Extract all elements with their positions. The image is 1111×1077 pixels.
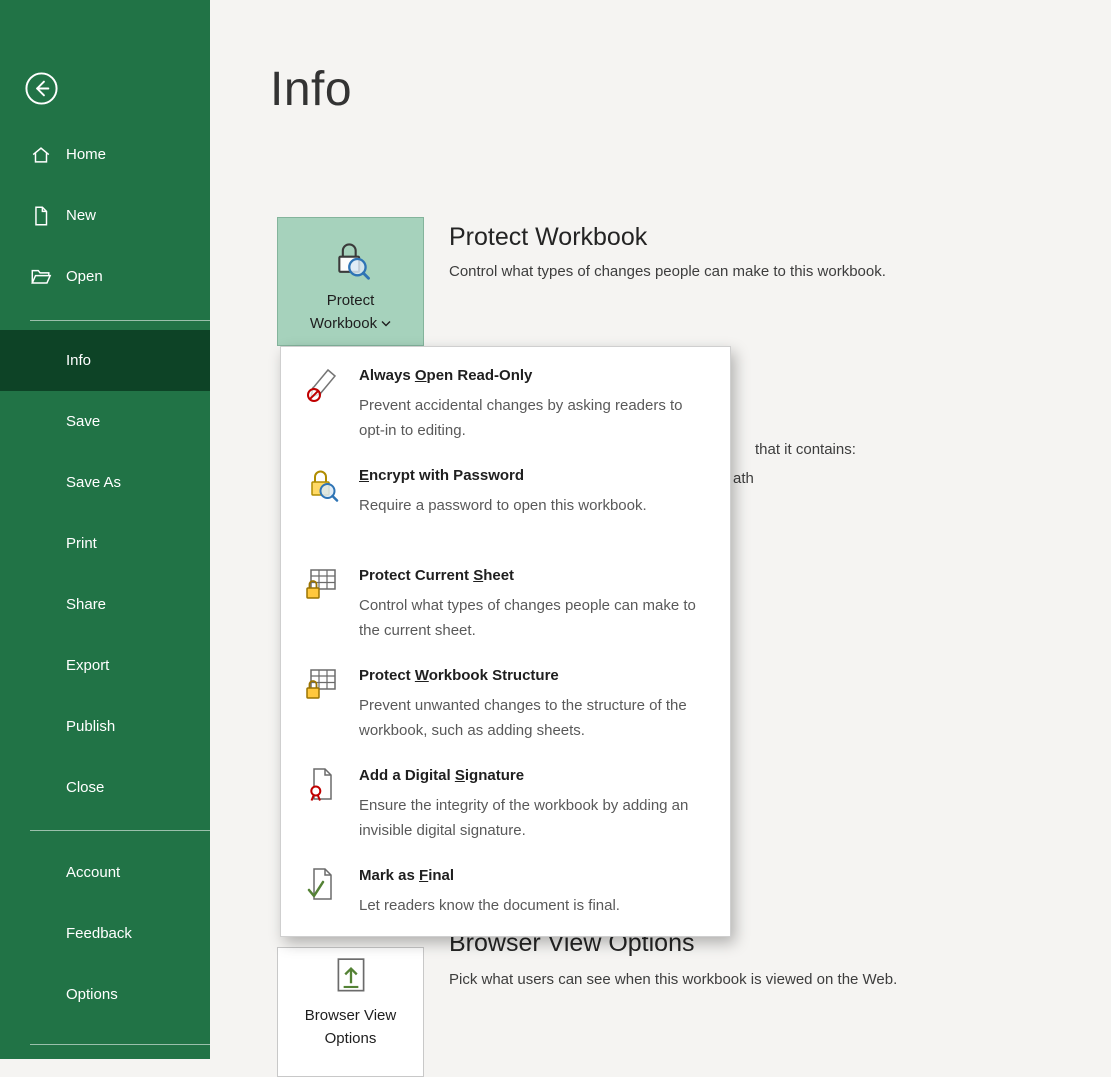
page-title: Info (270, 62, 352, 117)
menu-item-description: Let readers know the document is final. (359, 893, 699, 918)
menu-item-title: Encrypt with Password (359, 464, 714, 488)
backstage-sidebar: Home New Open (0, 0, 210, 1059)
menu-item-description: Require a password to open this workbook… (359, 493, 699, 518)
sidebar-item-label: Publish (66, 718, 115, 735)
sidebar-item-feedback[interactable]: Feedback (0, 903, 210, 964)
browser-view-options-description: Pick what users can see when this workbo… (449, 971, 897, 988)
menu-item-always-open-read-only[interactable]: Always Open Read-Only Prevent accidental… (281, 353, 730, 453)
sidebar-item-publish[interactable]: Publish (0, 696, 210, 757)
menu-item-title: Mark as Final (359, 864, 714, 888)
excel-backstage-info: Home New Open (0, 0, 1111, 1059)
protect-workbook-menu: Always Open Read-Only Prevent accidental… (280, 346, 731, 937)
sidebar-item-label: Export (66, 657, 109, 674)
browser-view-icon (330, 956, 372, 998)
lock-magnifier-icon (330, 238, 372, 280)
protect-workbook-description: Control what types of changes people can… (449, 263, 886, 280)
menu-item-title: Add a Digital Signature (359, 764, 714, 788)
sidebar-item-close[interactable]: Close (0, 757, 210, 818)
sidebar-item-label: Save As (66, 474, 121, 491)
sidebar-item-label: New (66, 207, 96, 224)
digital-signature-icon (304, 766, 340, 802)
browser-view-options-button-label: Browser View Options (305, 1004, 396, 1050)
browser-view-options-button[interactable]: Browser View Options (277, 947, 424, 1077)
sidebar-item-info[interactable]: Info (0, 330, 210, 391)
mark-final-icon (304, 866, 340, 902)
sidebar-item-print[interactable]: Print (0, 513, 210, 574)
menu-item-description: Prevent unwanted changes to the structur… (359, 693, 699, 743)
sidebar-item-label: Save (66, 413, 100, 430)
menu-item-title: Always Open Read-Only (359, 364, 714, 388)
sidebar-divider (30, 830, 210, 831)
menu-item-mark-as-final[interactable]: Mark as Final Let readers know the docum… (281, 853, 730, 928)
sidebar-item-label: Print (66, 535, 97, 552)
protect-workbook-button[interactable]: Protect Workbook (277, 217, 424, 346)
sidebar-item-label: Home (66, 146, 106, 163)
workbook-lock-icon (304, 666, 340, 702)
sidebar-item-home[interactable]: Home (0, 124, 210, 185)
protect-workbook-button-label: Protect Workbook (310, 289, 391, 335)
sidebar-item-account[interactable]: Account (0, 842, 210, 903)
menu-item-protect-current-sheet[interactable]: Protect Current Sheet Control what types… (281, 553, 730, 653)
chevron-down-icon (381, 320, 391, 327)
sidebar-item-options[interactable]: Options (0, 964, 210, 1025)
back-button[interactable] (24, 71, 59, 106)
sidebar-item-export[interactable]: Export (0, 635, 210, 696)
sidebar-item-new[interactable]: New (0, 185, 210, 246)
menu-item-title: Protect Current Sheet (359, 564, 714, 588)
menu-item-description: Control what types of changes people can… (359, 593, 699, 643)
sidebar-item-label: Account (66, 864, 120, 881)
sidebar-item-label: Info (66, 352, 91, 369)
sidebar-item-label: Close (66, 779, 104, 796)
menu-item-title: Protect Workbook Structure (359, 664, 714, 688)
sidebar-item-label: Share (66, 596, 106, 613)
sidebar-item-label: Feedback (66, 925, 132, 942)
inspect-workbook-text-fragment: ath (733, 470, 754, 487)
sidebar-item-save-as[interactable]: Save As (0, 452, 210, 513)
menu-item-description: Ensure the integrity of the workbook by … (359, 793, 699, 843)
pencil-blocked-icon (304, 366, 340, 402)
sidebar-item-label: Open (66, 268, 103, 285)
menu-item-add-digital-signature[interactable]: Add a Digital Signature Ensure the integ… (281, 753, 730, 853)
menu-item-description: Prevent accidental changes by asking rea… (359, 393, 699, 443)
menu-item-protect-workbook-structure[interactable]: Protect Workbook Structure Prevent unwan… (281, 653, 730, 753)
sidebar-item-save[interactable]: Save (0, 391, 210, 452)
home-icon (30, 144, 52, 166)
lock-magnifier-icon (304, 466, 340, 502)
sidebar-divider (30, 1044, 210, 1045)
inspect-workbook-text-fragment: that it contains: (755, 441, 856, 458)
sidebar-item-label: Options (66, 986, 118, 1003)
sheet-lock-icon (304, 566, 340, 602)
protect-workbook-heading: Protect Workbook (449, 223, 647, 252)
menu-item-encrypt-with-password[interactable]: Encrypt with Password Require a password… (281, 453, 730, 553)
sidebar-item-share[interactable]: Share (0, 574, 210, 635)
open-folder-icon (30, 266, 52, 288)
sidebar-item-open[interactable]: Open (0, 246, 210, 307)
sidebar-divider (30, 320, 210, 321)
new-document-icon (30, 205, 52, 227)
back-arrow-icon (24, 71, 59, 106)
